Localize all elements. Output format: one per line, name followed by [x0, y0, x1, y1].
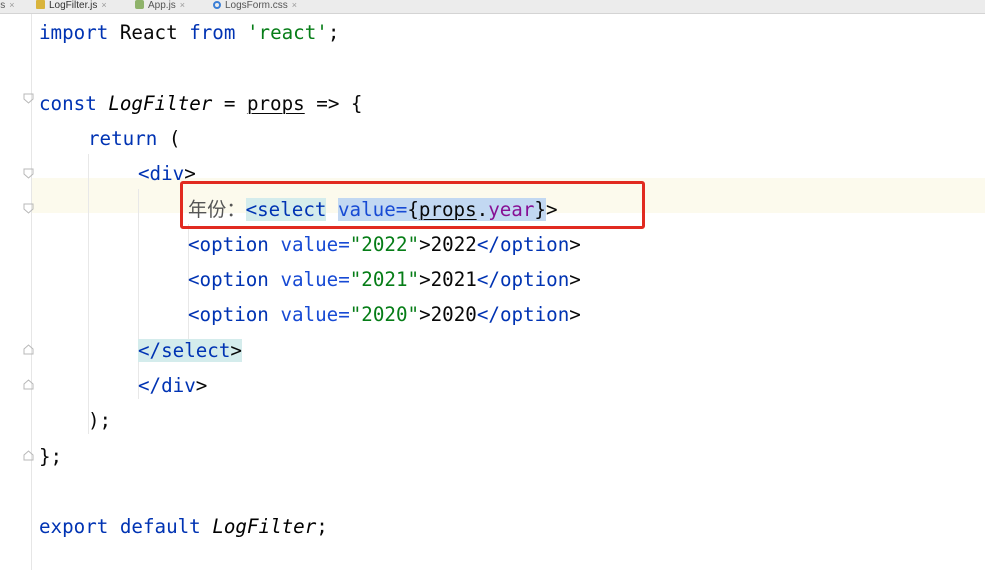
keyword: default [119, 515, 201, 538]
indent-guide [138, 189, 139, 399]
jsx-tag: </select [138, 339, 231, 362]
code-line-12: ); [88, 409, 112, 432]
annotation-highlight-box [180, 181, 645, 229]
close-icon[interactable]: × [101, 0, 106, 10]
code-line-10: </select> [138, 339, 242, 362]
jsx-tag: <option [188, 233, 269, 256]
editor-gutter[interactable] [0, 14, 34, 570]
punctuation: ; [327, 21, 340, 44]
jsx-attribute: value= [280, 303, 350, 326]
indent-guide [88, 154, 89, 434]
jsx-text: 2020 [430, 303, 477, 326]
css-file-icon [213, 1, 221, 9]
keyword: const [39, 92, 97, 115]
keyword: import [39, 21, 109, 44]
identifier: React [108, 21, 190, 44]
string-literal: 'react' [246, 21, 328, 44]
code-line-option: <option value="2021">2021</option> [188, 268, 581, 291]
jsx-tag: </option [476, 268, 570, 291]
code-line-option: <option value="2022">2022</option> [188, 233, 581, 256]
string-literal: "2022" [349, 233, 420, 256]
code-line-11: </div> [138, 374, 208, 397]
tab-logsform-css[interactable]: LogsForm.css × [213, 0, 297, 12]
parameter: props [246, 92, 305, 115]
tab-label: LogFilter.js [49, 0, 98, 11]
editor-tab-bar: js× LogFilter.js× App.js× LogsForm.css× [0, 0, 985, 14]
close-icon[interactable]: × [292, 0, 297, 10]
close-icon[interactable]: × [180, 0, 185, 10]
jsx-tag: <div [138, 162, 185, 185]
keyword: from [189, 21, 236, 44]
code-line-15: export default LogFilter; [39, 515, 328, 538]
tab-label: LogsForm.css [225, 0, 288, 11]
tab-js[interactable]: js× [0, 0, 15, 12]
jsx-tag: </option [476, 303, 570, 326]
jsx-text: 2021 [430, 268, 477, 291]
keyword: return [88, 127, 158, 150]
jsx-text: 2022 [430, 233, 477, 256]
string-literal: "2021" [349, 268, 420, 291]
code-line-13: }; [39, 445, 63, 468]
code-editor[interactable]: import React from 'react'; const LogFilt… [31, 14, 985, 570]
tab-label: js [0, 0, 6, 11]
react-file-icon [135, 0, 144, 9]
code-line-option: <option value="2020">2020</option> [188, 303, 581, 326]
function-name: LogFilter [212, 515, 317, 538]
jsx-tag: </option [476, 233, 570, 256]
code-line-3: const LogFilter = props => { [39, 92, 363, 115]
function-name: LogFilter [108, 92, 213, 115]
jsx-tag: </div [138, 374, 196, 397]
tab-app-js[interactable]: App.js × [135, 0, 185, 12]
code-line-4: return ( [88, 127, 181, 150]
jsx-tag: <option [188, 268, 269, 291]
tab-label: App.js [148, 0, 176, 11]
jsx-tag: <option [188, 303, 269, 326]
tab-logfilter-js[interactable]: LogFilter.js × [36, 0, 107, 12]
jsx-attribute: value= [280, 233, 350, 256]
string-literal: "2020" [349, 303, 420, 326]
jsx-attribute: value= [280, 268, 350, 291]
keyword: export [39, 515, 109, 538]
js-file-icon [36, 0, 45, 9]
close-icon[interactable]: × [9, 0, 14, 10]
code-line-1: import React from 'react'; [39, 20, 339, 46]
